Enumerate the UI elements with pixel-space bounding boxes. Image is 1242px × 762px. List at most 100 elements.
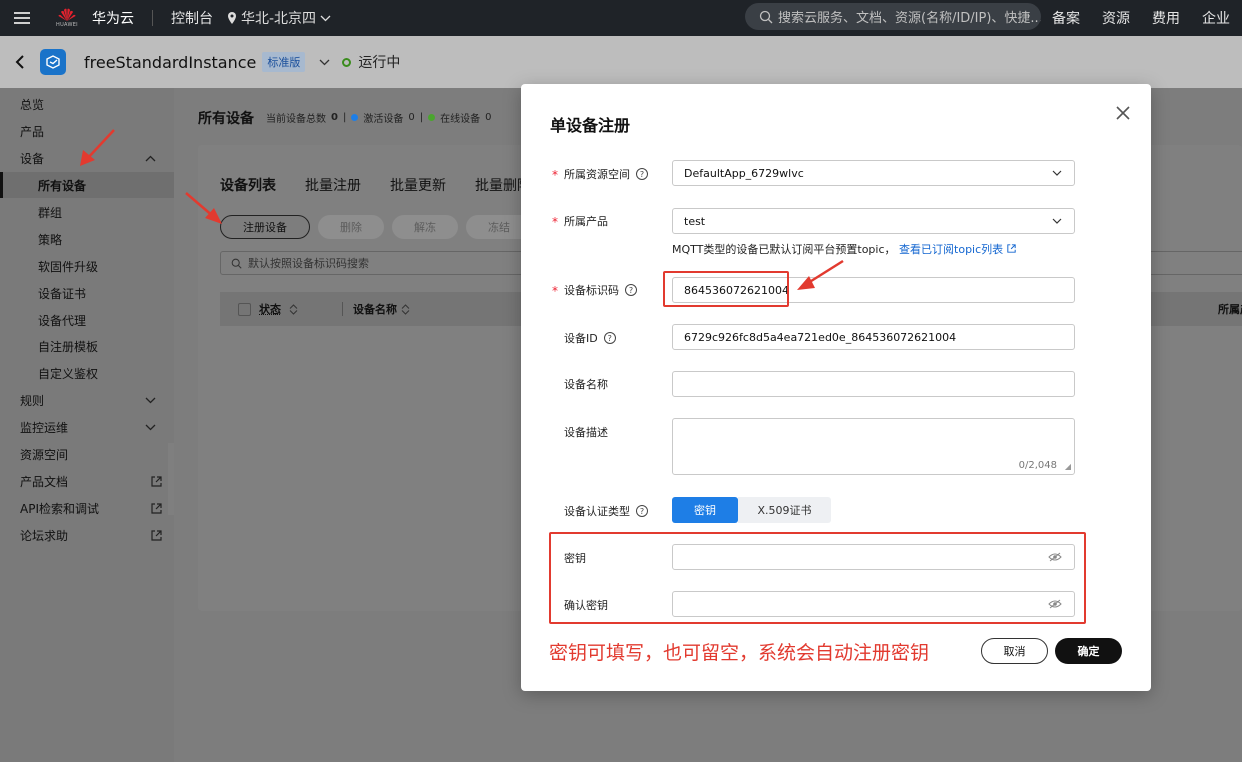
global-search-input[interactable]: 搜索云服务、文档、资源(名称/ID/IP)、快捷... xyxy=(745,3,1041,30)
top-links: 备案 资源 费用 企业 xyxy=(1052,0,1242,36)
help-icon[interactable]: ? xyxy=(636,505,648,517)
device-tabs: 设备列表 批量注册 批量更新 批量删除 xyxy=(220,175,531,195)
sidebar-item-label: 总览 xyxy=(20,97,45,112)
sidebar-item-label: 自定义鉴权 xyxy=(38,366,99,381)
help-icon[interactable]: ? xyxy=(625,284,637,296)
sidebar-item-overview[interactable]: 总览 xyxy=(0,91,174,117)
sidebar-item-device-certs[interactable]: 设备证书 xyxy=(0,280,174,306)
required-asterisk: * xyxy=(552,284,558,298)
auth-option-secret[interactable]: 密钥 xyxy=(672,497,738,523)
device-id-label: 设备ID ? xyxy=(564,330,616,346)
sidebar-item-label: 自注册模板 xyxy=(38,339,99,354)
sidebar-item-firmware-upgrade[interactable]: 软固件升级 xyxy=(0,253,174,279)
column-divider xyxy=(342,302,343,316)
console-link[interactable]: 控制台 xyxy=(171,8,213,28)
search-icon xyxy=(231,258,242,269)
column-device-name[interactable]: 设备名称 xyxy=(353,301,397,317)
brand-name[interactable]: 华为云 xyxy=(92,8,134,28)
top-link-enterprise[interactable]: 企业 xyxy=(1202,8,1230,28)
tab-device-list[interactable]: 设备列表 xyxy=(220,175,276,195)
auth-option-x509[interactable]: X.509证书 xyxy=(738,497,831,523)
select-all-checkbox[interactable] xyxy=(238,302,251,316)
sidebar-item-devices[interactable]: 设备 xyxy=(0,145,174,171)
online-count-value: 0 xyxy=(485,112,492,123)
top-link-resources[interactable]: 资源 xyxy=(1102,8,1130,28)
online-count-label: 在线设备 xyxy=(440,114,481,125)
resource-space-label: 所属资源空间 ? xyxy=(564,166,648,182)
hamburger-menu-icon[interactable] xyxy=(0,0,44,36)
label-text: 设备ID xyxy=(564,332,598,345)
label-text: 所属产品 xyxy=(564,215,608,228)
required-asterisk: * xyxy=(552,168,558,182)
product-label: 所属产品 xyxy=(564,213,608,229)
sidebar-item-device-proxy[interactable]: 设备代理 xyxy=(0,307,174,333)
sidebar-item-policies[interactable]: 策略 xyxy=(0,226,174,252)
top-link-filing[interactable]: 备案 xyxy=(1052,8,1080,28)
view-topic-list-link[interactable]: 查看已订阅topic列表 xyxy=(899,243,1003,256)
region-label: 华北-北京四 xyxy=(241,11,317,27)
sidebar-item-rules[interactable]: 规则 xyxy=(0,387,174,413)
close-icon[interactable] xyxy=(1114,104,1132,122)
sidebar-item-api-explorer[interactable]: API检索和调试 xyxy=(0,495,174,521)
label-text: 设备认证类型 xyxy=(564,505,630,518)
sidebar-item-label: 监控运维 xyxy=(20,420,69,435)
help-icon[interactable]: ? xyxy=(636,168,648,180)
device-name-input[interactable] xyxy=(672,371,1075,397)
sidebar-item-label: 产品文档 xyxy=(20,474,69,489)
tab-batch-register[interactable]: 批量注册 xyxy=(305,175,361,195)
unfreeze-button[interactable]: 解冻 xyxy=(392,215,458,239)
chevron-down-icon xyxy=(320,15,331,21)
sort-icon[interactable] xyxy=(401,303,410,315)
sidebar-item-groups[interactable]: 群组 xyxy=(0,199,174,225)
sidebar-item-resource-spaces[interactable]: 资源空间 xyxy=(0,441,174,467)
cancel-button[interactable]: 取消 xyxy=(981,638,1048,664)
resource-space-select[interactable]: DefaultApp_6729wlvc xyxy=(672,160,1075,186)
sidebar-item-custom-auth[interactable]: 自定义鉴权 xyxy=(0,360,174,386)
top-link-billing[interactable]: 费用 xyxy=(1152,8,1180,28)
sidebar-item-all-devices[interactable]: 所有设备 xyxy=(0,172,174,198)
annotation-highlight-secret-fields xyxy=(549,532,1086,624)
instance-status: 运行中 xyxy=(358,55,401,71)
external-link-icon xyxy=(151,529,162,541)
sort-icon[interactable] xyxy=(289,303,298,315)
sidebar-item-products[interactable]: 产品 xyxy=(0,118,174,144)
topic-hint: MQTT类型的设备已默认订阅平台预置topic， 查看已订阅topic列表 xyxy=(672,241,1016,257)
huawei-logo[interactable]: HUAWEI xyxy=(50,8,84,28)
sidebar: 总览 产品 设备 所有设备 群组 策略 软固件升级 设备证书 设备代理 自注册模… xyxy=(0,88,174,762)
instance-header: freeStandardInstance 标准版 运行中 xyxy=(0,36,1242,88)
tab-batch-update[interactable]: 批量更新 xyxy=(390,175,446,195)
sidebar-item-forum-help[interactable]: 论坛求助 xyxy=(0,522,174,548)
column-status[interactable]: 状态 xyxy=(259,301,281,317)
status-running-icon xyxy=(342,57,352,67)
description-textarea[interactable]: 0/2,048 ◢ xyxy=(672,418,1075,475)
sidebar-item-monitoring[interactable]: 监控运维 xyxy=(0,414,174,440)
resize-handle-icon[interactable]: ◢ xyxy=(1065,462,1071,471)
sidebar-item-label: API检索和调试 xyxy=(20,501,99,516)
product-select[interactable]: test xyxy=(672,208,1075,234)
edition-badge: 标准版 xyxy=(262,52,306,72)
sidebar-item-label: 策略 xyxy=(38,232,63,247)
sidebar-item-product-docs[interactable]: 产品文档 xyxy=(0,468,174,494)
sidebar-item-self-registration-templates[interactable]: 自注册模板 xyxy=(0,333,174,359)
region-selector[interactable]: 华北-北京四 xyxy=(227,8,331,28)
delete-button[interactable]: 删除 xyxy=(318,215,384,239)
huawei-petal-icon xyxy=(58,8,76,21)
external-link-icon[interactable] xyxy=(1006,244,1016,253)
instance-switch-chevron-icon[interactable] xyxy=(319,59,330,66)
global-search-placeholder: 搜索云服务、文档、资源(名称/ID/IP)、快捷... xyxy=(778,11,1041,26)
device-counts: 当前设备总数 0 | 激活设备 0 | 在线设备 0 xyxy=(266,110,491,125)
active-count-label: 激活设备 xyxy=(363,114,404,125)
register-device-button[interactable]: 注册设备 xyxy=(220,215,310,239)
total-count-label: 当前设备总数 xyxy=(266,114,326,125)
back-arrow-icon[interactable] xyxy=(0,55,40,69)
instance-name: freeStandardInstance xyxy=(84,52,257,72)
sidebar-item-label: 设备代理 xyxy=(38,313,87,328)
device-name-label: 设备名称 xyxy=(564,376,608,392)
help-icon[interactable]: ? xyxy=(603,332,616,344)
resource-space-value: DefaultApp_6729wlvc xyxy=(684,166,804,180)
ok-button[interactable]: 确定 xyxy=(1055,638,1122,664)
chevron-down-icon xyxy=(145,397,156,403)
required-asterisk: * xyxy=(552,215,558,229)
device-id-input[interactable]: 6729c926fc8d5a4ea721ed0e_864536072621004 xyxy=(672,324,1075,350)
annotation-note: 密钥可填写，也可留空，系统会自动注册密钥 xyxy=(549,642,930,664)
